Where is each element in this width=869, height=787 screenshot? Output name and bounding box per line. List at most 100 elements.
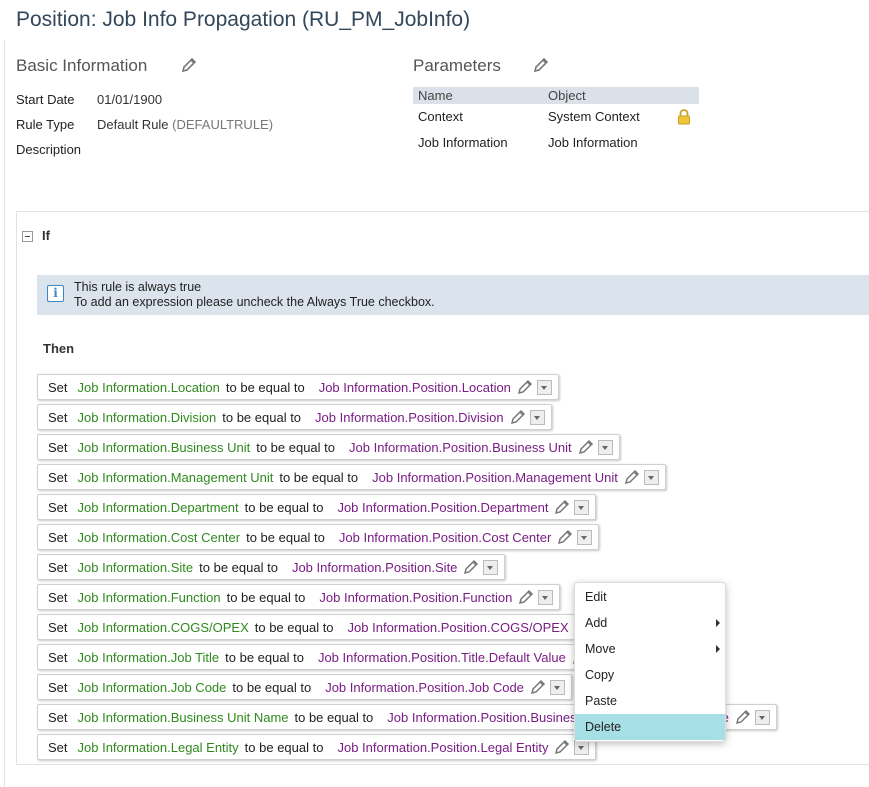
- statement-menu-dropdown[interactable]: [574, 499, 590, 515]
- source-field[interactable]: Job Information.Position.Department: [337, 500, 548, 515]
- set-keyword: Set: [48, 409, 68, 425]
- context-menu: Edit Add Move Copy Paste Delete: [574, 582, 726, 742]
- target-field[interactable]: Job Information.Division: [78, 410, 217, 425]
- rule-type-value: Default Rule (DEFAULTRULE): [97, 117, 273, 132]
- statement-menu-dropdown[interactable]: [577, 529, 593, 545]
- operator-text: to be equal to: [256, 439, 336, 455]
- then-statement[interactable]: Set Job Information.Department to be equal…: [37, 494, 597, 520]
- then-statement[interactable]: Set Job Information.Job Title to be equal …: [37, 644, 614, 670]
- description-label: Description: [16, 142, 82, 157]
- target-field[interactable]: Job Information.COGS/OPEX: [78, 620, 249, 635]
- then-statement[interactable]: Set Job Information.Business Unit to be eq…: [37, 434, 620, 460]
- source-field[interactable]: Job Information.Position.Location: [319, 380, 511, 395]
- collapse-if-icon[interactable]: [22, 231, 33, 242]
- parameters-heading: Parameters: [413, 56, 501, 75]
- source-field[interactable]: Job Information.Position.Management Unit: [372, 470, 618, 485]
- edit-statement-icon[interactable]: [518, 589, 534, 605]
- menu-item-delete[interactable]: Delete: [575, 714, 725, 740]
- edit-statement-icon[interactable]: [735, 709, 751, 725]
- source-field[interactable]: Job Information.Position.Function: [319, 590, 512, 605]
- statement-menu-dropdown[interactable]: [754, 709, 770, 725]
- start-date-value: 01/01/1900: [97, 92, 163, 107]
- edit-statement-icon[interactable]: [578, 439, 594, 455]
- operator-text: to be equal to: [246, 529, 325, 545]
- then-statement[interactable]: Set Job Information.Legal Entity to be equ…: [37, 734, 597, 760]
- menu-item-edit[interactable]: Edit: [575, 584, 725, 610]
- statement-menu-dropdown[interactable]: [529, 409, 545, 425]
- operator-text: to be equal to: [232, 679, 312, 695]
- target-field[interactable]: Job Information.Department: [78, 500, 239, 515]
- edit-basic-info-icon[interactable]: [180, 56, 198, 74]
- menu-item-label: Paste: [585, 694, 617, 708]
- menu-item-label: Copy: [585, 668, 615, 682]
- target-field[interactable]: Job Information.Job Code: [78, 680, 227, 695]
- then-statement[interactable]: Set Job Information.Job Code to be equal t…: [37, 674, 572, 700]
- operator-text: to be equal to: [226, 589, 306, 605]
- edit-statement-icon[interactable]: [554, 499, 570, 515]
- target-field[interactable]: Job Information.Function: [78, 590, 221, 605]
- then-statement[interactable]: Set Job Information.Site to be equal to Job…: [37, 554, 506, 580]
- if-label: If: [42, 228, 50, 243]
- target-field[interactable]: Job Information.Cost Center: [78, 530, 241, 545]
- parameter-object: System Context: [548, 109, 640, 124]
- target-field[interactable]: Job Information.Management Unit: [78, 470, 274, 485]
- set-keyword: Set: [48, 439, 68, 455]
- statement-menu-dropdown[interactable]: [538, 589, 554, 605]
- source-field[interactable]: Job Information.Position.Business Unit: [349, 440, 572, 455]
- source-field[interactable]: Job Information.Position.Legal Entity: [337, 740, 548, 755]
- operator-text: to be equal to: [294, 709, 374, 725]
- basic-info-heading: Basic Information: [16, 56, 148, 75]
- statement-menu-dropdown[interactable]: [549, 679, 565, 695]
- set-keyword: Set: [48, 499, 68, 515]
- set-keyword: Set: [48, 379, 68, 395]
- target-field[interactable]: Job Information.Site: [78, 560, 194, 575]
- source-field[interactable]: Job Information.Position.COGS/OPEX: [348, 620, 569, 635]
- menu-item-copy[interactable]: Copy: [575, 662, 725, 688]
- then-statement[interactable]: Set Job Information.COGS/OPEX to be equal …: [37, 614, 617, 640]
- source-field[interactable]: Job Information.Position.Title.Default V…: [318, 650, 566, 665]
- then-statement[interactable]: Set Job Information.Location to be equal t…: [37, 374, 559, 400]
- operator-text: to be equal to: [225, 649, 304, 665]
- edit-statement-icon[interactable]: [517, 379, 533, 395]
- then-statement[interactable]: Set Job Information.Management Unit to be …: [37, 464, 666, 490]
- target-field[interactable]: Job Information.Job Title: [78, 650, 220, 665]
- edit-statement-icon[interactable]: [554, 739, 570, 755]
- menu-item-paste[interactable]: Paste: [575, 688, 725, 714]
- operator-text: to be equal to: [244, 499, 324, 515]
- source-field[interactable]: Job Information.Position.Site: [292, 560, 457, 575]
- edit-statement-icon[interactable]: [557, 529, 573, 545]
- statement-menu-dropdown[interactable]: [643, 469, 659, 485]
- edit-statement-icon[interactable]: [624, 469, 640, 485]
- target-field[interactable]: Job Information.Business Unit: [78, 440, 251, 455]
- parameters-header: Name Object: [413, 87, 699, 104]
- edit-parameters-icon[interactable]: [532, 56, 550, 74]
- operator-text: to be equal to: [222, 409, 302, 425]
- menu-item-move[interactable]: Move: [575, 636, 725, 662]
- then-statement[interactable]: Set Job Information.Function to be equal t…: [37, 584, 561, 610]
- rule-type-name: Default Rule: [97, 117, 169, 132]
- menu-item-add[interactable]: Add: [575, 610, 725, 636]
- operator-text: to be equal to: [254, 619, 334, 635]
- then-statement[interactable]: Set Job Information.Cost Center to be equa…: [37, 524, 600, 550]
- set-keyword: Set: [48, 529, 68, 545]
- target-field[interactable]: Job Information.Location: [78, 380, 220, 395]
- source-field[interactable]: Job Information.Position.Division: [315, 410, 504, 425]
- parameter-row-context: Context System Context: [413, 104, 699, 130]
- source-field[interactable]: Job Information.Position.Cost Center: [339, 530, 551, 545]
- edit-statement-icon[interactable]: [530, 679, 546, 695]
- info-line-1: This rule is always true: [74, 280, 202, 294]
- set-keyword: Set: [48, 469, 68, 485]
- target-field[interactable]: Job Information.Business Unit Name: [78, 710, 289, 725]
- menu-item-label: Delete: [585, 720, 622, 734]
- statement-menu-dropdown[interactable]: [597, 439, 613, 455]
- then-statement[interactable]: Set Job Information.Division to be equal t…: [37, 404, 552, 430]
- edit-statement-icon[interactable]: [510, 409, 526, 425]
- statement-menu-dropdown[interactable]: [483, 559, 499, 575]
- target-field[interactable]: Job Information.Legal Entity: [78, 740, 239, 755]
- start-date-label: Start Date: [16, 92, 75, 107]
- edit-statement-icon[interactable]: [463, 559, 479, 575]
- statement-menu-dropdown[interactable]: [536, 379, 552, 395]
- set-keyword: Set: [48, 709, 68, 725]
- source-field[interactable]: Job Information.Position.Job Code: [325, 680, 524, 695]
- parameter-name: Context: [418, 109, 463, 124]
